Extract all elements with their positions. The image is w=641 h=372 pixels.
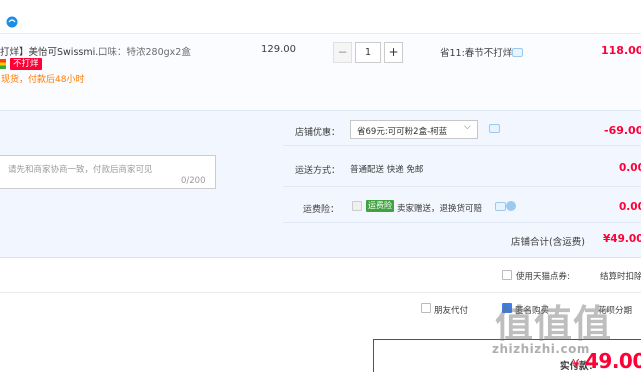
tmall-points-checkbox[interactable] bbox=[502, 270, 512, 280]
pay-currency: ¥ bbox=[572, 357, 580, 371]
coupon-amount: -69.00 bbox=[604, 124, 641, 137]
chat-icon[interactable] bbox=[512, 48, 523, 57]
insurance-chat-icon[interactable] bbox=[495, 202, 506, 211]
store-total-value: ¥49.00 bbox=[603, 233, 641, 245]
stock-note: 现货，付款后48小时 bbox=[1, 75, 85, 85]
watermark-url: zhizhizhi.com bbox=[492, 342, 590, 356]
divider bbox=[283, 222, 641, 223]
store-tag-icon bbox=[0, 59, 6, 69]
shipping-amount: 0.00 bbox=[619, 162, 641, 174]
qty-input[interactable]: 1 bbox=[355, 42, 381, 63]
store-total-label: 店铺合计(含运费) bbox=[511, 237, 585, 248]
chevron-down-icon: ⌵ bbox=[464, 122, 471, 132]
insurance-badge: 运费险 bbox=[366, 200, 394, 212]
friend-pay-label: 朋友代付 bbox=[434, 306, 469, 316]
quantity-stepper: − 1 + bbox=[333, 42, 403, 63]
pay-amount: 49.00 bbox=[585, 349, 641, 372]
insurance-help-icon[interactable] bbox=[506, 201, 516, 211]
coupon-selected-text: 省69元:可可粉2盒-柯蓝 bbox=[357, 127, 448, 137]
unit-price: 129.00 bbox=[261, 44, 296, 55]
tmall-points-label: 使用天猫点券: bbox=[516, 272, 570, 282]
shop-bubble-icon bbox=[6, 16, 18, 28]
divider bbox=[283, 186, 641, 187]
qty-minus-button[interactable]: − bbox=[333, 42, 352, 63]
insurance-label: 运费险： bbox=[303, 205, 340, 215]
shipping-label: 运送方式： bbox=[295, 166, 341, 176]
divider bbox=[283, 145, 641, 146]
top-bar bbox=[0, 0, 641, 33]
friend-pay-checkbox[interactable] bbox=[421, 303, 431, 313]
coupon-label: 店铺优惠： bbox=[295, 128, 341, 138]
item-title-link[interactable]: 打烊】美怡可Swissmi... bbox=[0, 44, 104, 58]
watermark: 值值值 bbox=[495, 302, 613, 346]
insurance-checkbox[interactable] bbox=[352, 201, 362, 211]
tmall-points-note: 结算时扣除 bbox=[600, 272, 641, 282]
discount-note: 省11:春节不打烊 bbox=[440, 48, 513, 59]
coupon-info-icon[interactable] bbox=[489, 124, 500, 133]
item-spec: 口味：特浓280gx2盒 bbox=[98, 47, 191, 58]
promo-badge: 不打烊 bbox=[10, 58, 42, 70]
insurance-text: 卖家赠送，退换货可赔 bbox=[397, 204, 483, 214]
message-placeholder: 请先和商家协商一致，付款后商家可见 bbox=[8, 165, 153, 175]
qty-plus-button[interactable]: + bbox=[384, 42, 403, 63]
shipping-method: 普通配送 快递 免邮 bbox=[350, 165, 424, 175]
message-counter: 0/200 bbox=[181, 176, 206, 186]
insurance-amount: 0.00 bbox=[619, 201, 641, 213]
item-subtotal: 118.00 bbox=[601, 44, 641, 57]
